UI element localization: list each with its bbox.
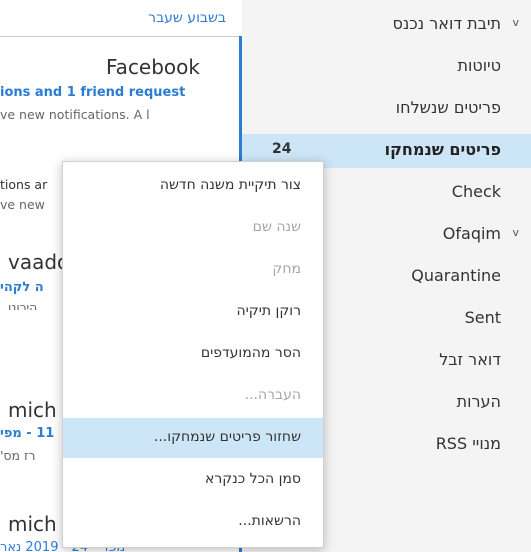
folder-inbox[interactable]: v תיבת דואר נכנס [242, 8, 531, 42]
message-item[interactable]: Facebook ions and 1 friend request ve ne… [0, 55, 236, 125]
chevron-down-icon[interactable]: v [512, 16, 519, 29]
folder-label: Check [451, 182, 501, 201]
menu-item-new-subfolder[interactable]: צור תיקיית משנה חדשה [63, 166, 323, 206]
message-sender: Facebook [106, 55, 200, 79]
folder-label: מנויי RSS [435, 434, 501, 453]
message-subject: 11 - מפי [0, 426, 55, 441]
menu-item-delete[interactable]: מחק [63, 250, 323, 290]
menu-item-label: העברה... [244, 387, 301, 403]
menu-item-label: צור תיקיית משנה חדשה [159, 177, 301, 193]
menu-item-label: הסר מהמועדפים [200, 345, 301, 361]
message-sender: vaado [8, 250, 70, 274]
group-divider [0, 36, 242, 37]
menu-item-label: הרשאות... [238, 513, 301, 529]
folder-label: פריטים שנשלחו [395, 98, 501, 117]
folder-label: תיבת דואר נכנס [392, 14, 501, 33]
folder-sent-items[interactable]: פריטים שנשלחו [242, 92, 531, 126]
message-subject: ה לקהי [0, 280, 44, 295]
menu-item-rename[interactable]: שנה שם [63, 208, 323, 248]
message-sender: mich [8, 512, 57, 536]
message-preview: ve new notifications. A l [0, 107, 150, 122]
menu-item-label: רוקן תיקיה [236, 303, 301, 319]
folder-label: פריטים שנמחקו [384, 140, 501, 159]
menu-item-label: שנה שם [252, 219, 301, 235]
message-preview: ve new [0, 197, 45, 212]
message-subject: ions and 1 friend request [0, 85, 186, 100]
folder-label: Quarantine [411, 266, 501, 285]
menu-item-mark-all-read[interactable]: סמן הכל כנקרא [63, 460, 323, 500]
folder-label: Ofaqim [442, 224, 501, 243]
unread-count-badge: 24 [272, 141, 292, 157]
message-preview: רז מס' [0, 448, 36, 463]
message-preview: היכונו , [0, 300, 38, 310]
message-subject: tions ar [0, 177, 48, 192]
chevron-down-icon[interactable]: v [512, 226, 519, 239]
folder-label: דואר זבל [439, 350, 501, 369]
menu-item-label: שחזור פריטים שנמחקו... [153, 429, 301, 445]
menu-item-remove-from-favorites[interactable]: הסר מהמועדפים [63, 334, 323, 374]
folder-context-menu: צור תיקיית משנה חדשה שנה שם מחק רוקן תיק… [62, 161, 324, 548]
menu-item-label: סמן הכל כנקרא [204, 471, 301, 487]
menu-item-permissions[interactable]: הרשאות... [63, 502, 323, 542]
folder-label: הערות [456, 392, 501, 411]
menu-item-recover-deleted-items[interactable]: שחזור פריטים שנמחקו... [63, 418, 323, 458]
menu-item-label: מחק [272, 261, 301, 277]
folder-label: טיוטות [457, 56, 501, 75]
group-header-last-week[interactable]: בשבוע שעבר [148, 10, 226, 26]
folder-drafts[interactable]: טיוטות [242, 50, 531, 84]
folder-label: Sent [464, 308, 501, 327]
message-sender: mich [8, 398, 57, 422]
menu-item-move[interactable]: העברה... [63, 376, 323, 416]
menu-item-empty-folder[interactable]: רוקן תיקיה [63, 292, 323, 332]
